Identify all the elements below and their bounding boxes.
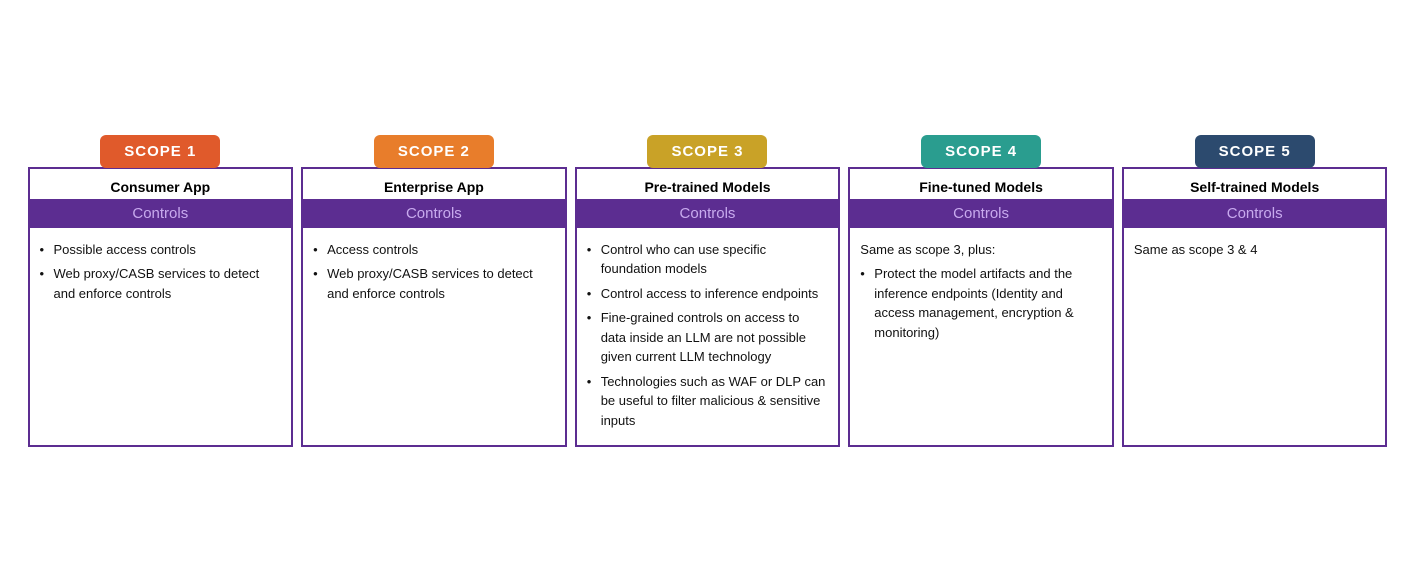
scope3-controls-bar: Controls xyxy=(577,199,839,228)
scope3-column: SCOPE 3 Pre-trained Models Controls Cont… xyxy=(575,135,841,448)
scope5-badge-wrapper: SCOPE 5 xyxy=(1195,135,1315,168)
scope2-box: Enterprise App Controls Access controls … xyxy=(301,167,567,448)
scope3-box: Pre-trained Models Controls Control who … xyxy=(575,167,841,448)
scope4-badge-wrapper: SCOPE 4 xyxy=(921,135,1041,168)
scope5-box: Self-trained Models Controls Same as sco… xyxy=(1122,167,1388,448)
scope1-content: Possible access controls Web proxy/CASB … xyxy=(30,228,292,319)
scope4-content: Same as scope 3, plus: Protect the model… xyxy=(850,228,1112,358)
scope3-subtitle: Pre-trained Models xyxy=(577,169,839,199)
scope1-badge: SCOPE 1 xyxy=(100,135,220,168)
scope1-controls-bar: Controls xyxy=(30,199,292,228)
scope4-box: Fine-tuned Models Controls Same as scope… xyxy=(848,167,1114,448)
scope5-text: Same as scope 3 & 4 xyxy=(1134,240,1376,260)
scope3-content: Control who can use specific foundation … xyxy=(577,228,839,446)
scope4-controls-bar: Controls xyxy=(850,199,1112,228)
scope4-prefix: Same as scope 3, plus: xyxy=(860,240,1102,260)
list-item: Control access to inference endpoints xyxy=(587,284,829,304)
scope4-column: SCOPE 4 Fine-tuned Models Controls Same … xyxy=(848,135,1114,448)
scope1-badge-wrapper: SCOPE 1 xyxy=(100,135,220,168)
scope5-column: SCOPE 5 Self-trained Models Controls Sam… xyxy=(1122,135,1388,448)
scope4-badge: SCOPE 4 xyxy=(921,135,1041,168)
scope2-controls-bar: Controls xyxy=(303,199,565,228)
list-item: Web proxy/CASB services to detect and en… xyxy=(313,264,555,303)
scope1-box: Consumer App Controls Possible access co… xyxy=(28,167,294,448)
list-item: Fine-grained controls on access to data … xyxy=(587,308,829,367)
scope5-badge: SCOPE 5 xyxy=(1195,135,1315,168)
list-item: Protect the model artifacts and the infe… xyxy=(860,264,1102,342)
list-item: Control who can use specific foundation … xyxy=(587,240,829,279)
list-item: Access controls xyxy=(313,240,555,260)
scope4-subtitle: Fine-tuned Models xyxy=(850,169,1112,199)
scope2-badge-wrapper: SCOPE 2 xyxy=(374,135,494,168)
scope5-content: Same as scope 3 & 4 xyxy=(1124,228,1386,270)
diagram: SCOPE 1 Consumer App Controls Possible a… xyxy=(18,125,1398,458)
list-item: Web proxy/CASB services to detect and en… xyxy=(40,264,282,303)
scopes-grid: SCOPE 1 Consumer App Controls Possible a… xyxy=(28,135,1388,448)
scope3-badge: SCOPE 3 xyxy=(647,135,767,168)
scope5-controls-bar: Controls xyxy=(1124,199,1386,228)
list-item: Technologies such as WAF or DLP can be u… xyxy=(587,372,829,431)
scope5-subtitle: Self-trained Models xyxy=(1124,169,1386,199)
scope1-subtitle: Consumer App xyxy=(30,169,292,199)
list-item: Possible access controls xyxy=(40,240,282,260)
scope1-column: SCOPE 1 Consumer App Controls Possible a… xyxy=(28,135,294,448)
scope2-content: Access controls Web proxy/CASB services … xyxy=(303,228,565,319)
scope2-column: SCOPE 2 Enterprise App Controls Access c… xyxy=(301,135,567,448)
scope2-badge: SCOPE 2 xyxy=(374,135,494,168)
scope2-subtitle: Enterprise App xyxy=(303,169,565,199)
scope3-badge-wrapper: SCOPE 3 xyxy=(647,135,767,168)
